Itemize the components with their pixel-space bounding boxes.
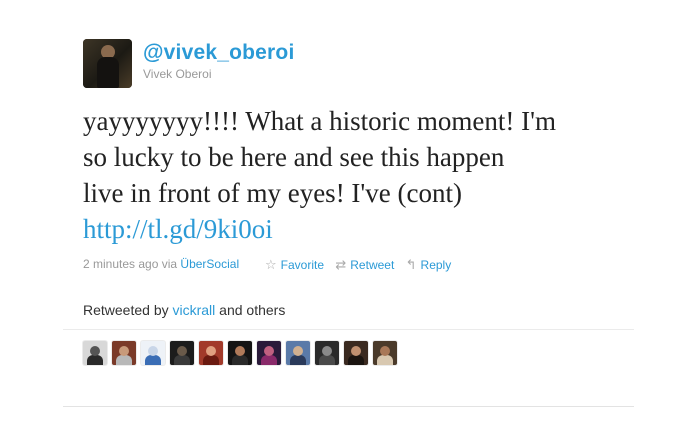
avatar-face <box>119 346 129 356</box>
retweeter-avatar[interactable] <box>373 341 397 365</box>
retweeter-avatar[interactable] <box>315 341 339 365</box>
avatar-body <box>319 355 335 365</box>
retweeter-avatar[interactable] <box>83 341 107 365</box>
retweeter-avatar[interactable] <box>344 341 368 365</box>
tweet-actions: ☆ Favorite ⇄ Retweet ↰ Reply <box>265 257 459 273</box>
retweeter-avatar[interactable] <box>170 341 194 365</box>
reply-button[interactable]: ↰ Reply <box>406 257 452 273</box>
star-icon: ☆ <box>265 257 277 272</box>
retweeted-suffix: and others <box>219 302 286 318</box>
avatar-body <box>87 355 103 365</box>
retweeter-avatar[interactable] <box>257 341 281 365</box>
retweeted-prefix: Retweeted by <box>83 302 169 318</box>
avatar-body <box>232 355 248 365</box>
retweeter-link[interactable]: vickrall <box>173 302 216 318</box>
tweet-meta: 2 minutes ago via ÜberSocial <box>83 257 239 271</box>
retweeter-avatar[interactable] <box>228 341 252 365</box>
retweeter-avatar[interactable] <box>141 341 165 365</box>
avatar-face <box>351 346 361 356</box>
avatar-body <box>116 355 132 365</box>
divider <box>63 406 634 407</box>
avatar-face <box>235 346 245 356</box>
user-avatar[interactable] <box>83 39 132 88</box>
avatar-body <box>174 355 190 365</box>
tweet-line: yayyyyyyy!!!! What a historic moment! I'… <box>83 106 556 136</box>
retweet-label: Retweet <box>350 258 395 272</box>
retweeter-avatar[interactable] <box>112 341 136 365</box>
source-link[interactable]: ÜberSocial <box>180 257 239 271</box>
tweet-text: yayyyyyyy!!!! What a historic moment! I'… <box>83 103 643 247</box>
avatar-body <box>261 355 277 365</box>
retweet-button[interactable]: ⇄ Retweet <box>335 257 394 273</box>
avatar-face <box>177 346 187 356</box>
avatar-body <box>97 57 119 88</box>
retweeter-avatar[interactable] <box>199 341 223 365</box>
avatar-body <box>377 355 393 365</box>
avatar-face <box>322 346 332 356</box>
tweet-link[interactable]: http://tl.gd/9ki0oi <box>83 211 643 247</box>
via-label: via <box>161 257 178 271</box>
retweeter-avatar[interactable] <box>286 341 310 365</box>
reply-label: Reply <box>420 258 452 272</box>
divider <box>63 329 634 330</box>
retweeter-avatars <box>83 341 402 365</box>
user-real-name: Vivek Oberoi <box>143 67 212 81</box>
avatar-face <box>148 346 158 356</box>
avatar-body <box>145 355 161 365</box>
tweet-line: live in front of my eyes! I've (cont) <box>83 178 462 208</box>
avatar-face <box>380 346 390 356</box>
reply-icon: ↰ <box>405 257 417 272</box>
avatar-face <box>264 346 274 356</box>
timestamp-link[interactable]: 2 minutes ago <box>83 257 158 271</box>
retweet-icon: ⇄ <box>335 257 347 272</box>
retweeted-by: Retweeted by vickrall and others <box>83 302 285 318</box>
avatar-face <box>293 346 303 356</box>
tweet-line: so lucky to be here and see this happen <box>83 142 505 172</box>
avatar-body <box>290 355 306 365</box>
user-handle-link[interactable]: @vivek_oberoi <box>143 41 294 65</box>
avatar-face <box>206 346 216 356</box>
avatar-body <box>348 355 364 365</box>
avatar-body <box>203 355 219 365</box>
avatar-face <box>90 346 100 356</box>
favorite-button[interactable]: ☆ Favorite <box>265 257 324 273</box>
favorite-label: Favorite <box>280 258 325 272</box>
